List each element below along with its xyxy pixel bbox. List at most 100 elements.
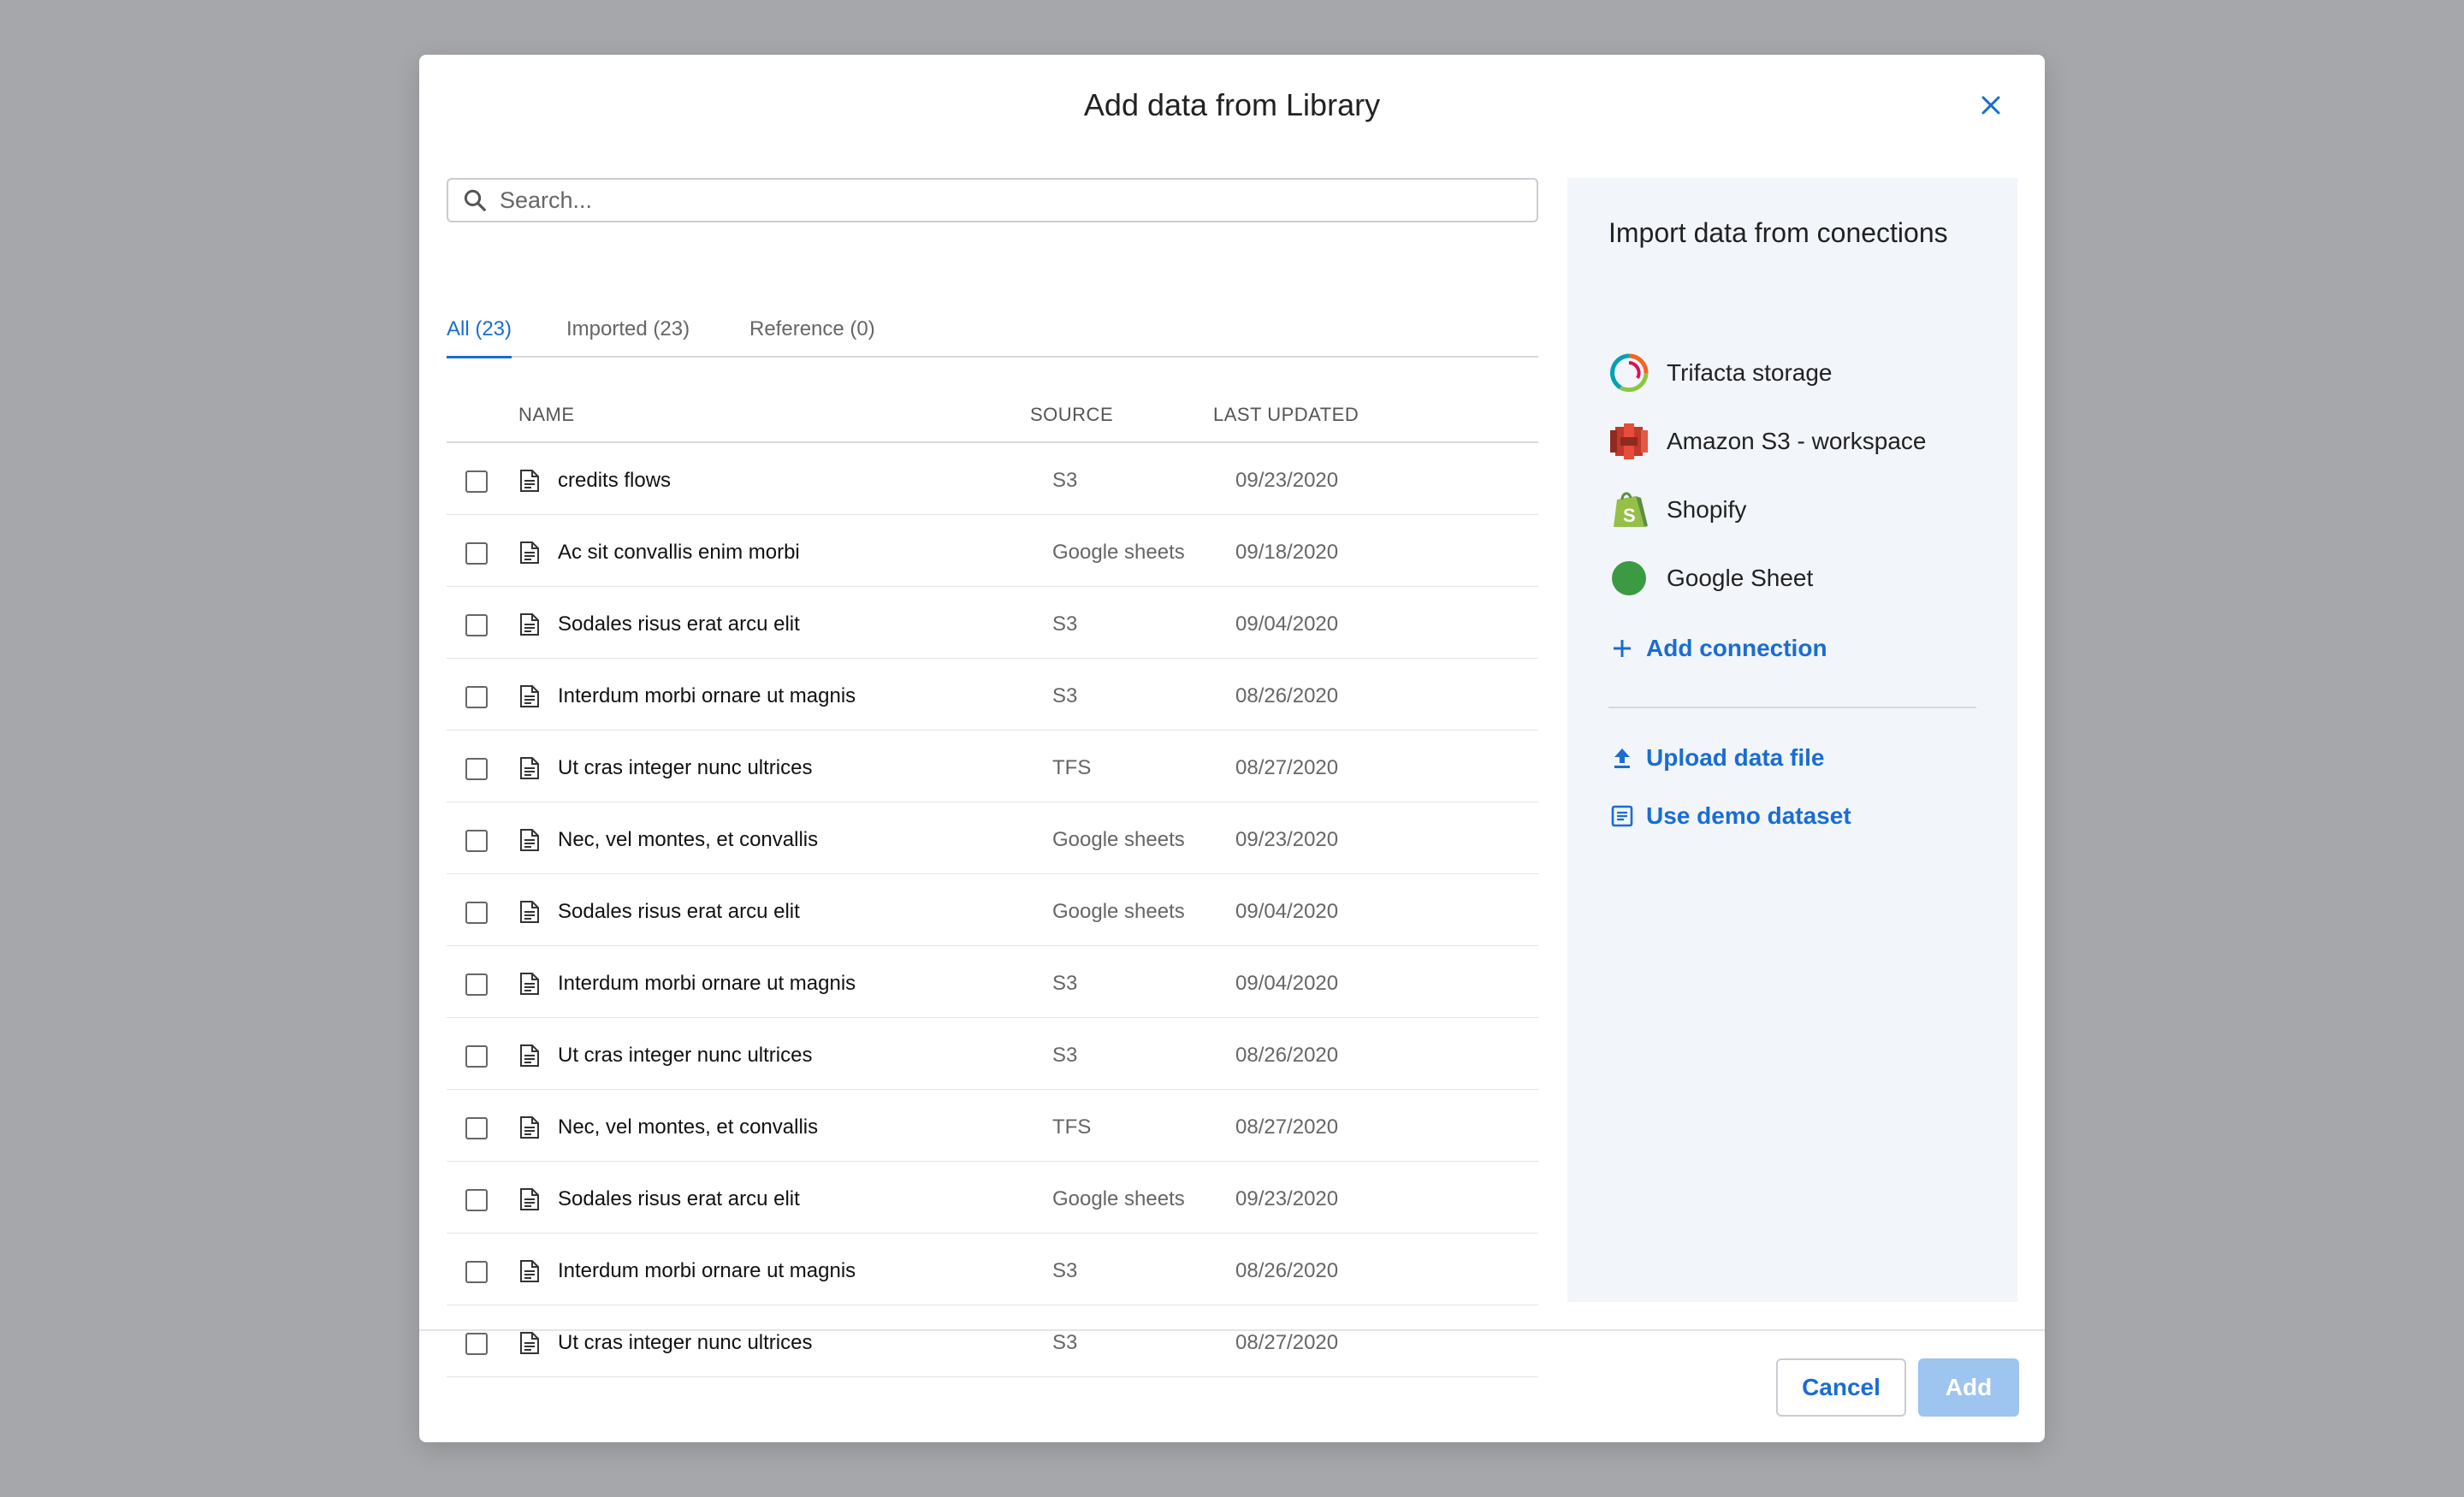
row-name: Nec, vel montes, et convallis bbox=[558, 1115, 819, 1139]
trifacta-logo-icon bbox=[1608, 352, 1650, 393]
table-row[interactable]: Sodales risus erat arcu elit Google sheet… bbox=[447, 1162, 1538, 1234]
table-row[interactable]: Nec, vel montes, et convallis Google shee… bbox=[447, 802, 1538, 874]
table-row[interactable]: credits flows S3 09/23/2020 bbox=[447, 443, 1538, 515]
add-connection-button[interactable]: Add connection bbox=[1608, 631, 1827, 666]
row-checkbox[interactable] bbox=[465, 1117, 488, 1139]
row-last-updated: 09/23/2020 bbox=[1235, 469, 1339, 492]
table-row[interactable]: Ac sit convallis enim morbi Google sheets… bbox=[447, 515, 1538, 587]
row-last-updated: 09/18/2020 bbox=[1235, 541, 1339, 564]
add-connection-label: Add connection bbox=[1646, 635, 1827, 661]
row-source: Google sheets bbox=[1052, 1187, 1185, 1210]
row-checkbox[interactable] bbox=[465, 973, 488, 996]
tab-reference[interactable]: Reference (0) bbox=[749, 317, 875, 356]
document-icon bbox=[520, 1260, 539, 1282]
column-header-name[interactable]: NAME bbox=[518, 404, 575, 426]
upload-data-file-button[interactable]: Upload data file bbox=[1608, 741, 1824, 775]
row-source: S3 bbox=[1052, 612, 1078, 636]
row-checkbox[interactable] bbox=[465, 1333, 488, 1355]
row-checkbox[interactable] bbox=[465, 542, 488, 565]
row-name: Ut cras integer nunc ultrices bbox=[558, 1044, 813, 1067]
row-source: Google sheets bbox=[1052, 541, 1185, 564]
table-row[interactable]: Nec, vel montes, et convallis TFS 08/27/20… bbox=[447, 1090, 1538, 1162]
shopify-logo-icon: S bbox=[1608, 489, 1650, 530]
search-box bbox=[447, 178, 1538, 222]
table-row[interactable]: Ut cras integer nunc ultrices S3 08/26/202… bbox=[447, 1018, 1538, 1090]
table-row[interactable]: Sodales risus erat arcu elit S3 09/04/2020 bbox=[447, 587, 1538, 659]
row-source: TFS bbox=[1052, 1115, 1092, 1139]
tab-imported[interactable]: Imported (23) bbox=[566, 317, 690, 356]
row-last-updated: 08/26/2020 bbox=[1235, 1259, 1339, 1282]
document-icon bbox=[520, 613, 539, 636]
table-row[interactable]: Sodales risus erat arcu elit Google sheet… bbox=[447, 874, 1538, 946]
row-name: Interdum morbi ornare ut magnis bbox=[558, 684, 856, 707]
connection-amazon-s3-workspace[interactable]: Amazon S3 - workspace bbox=[1608, 421, 1926, 462]
row-source: S3 bbox=[1052, 469, 1078, 492]
row-last-updated: 09/04/2020 bbox=[1235, 972, 1339, 995]
plus-icon bbox=[1608, 635, 1636, 662]
close-icon bbox=[1981, 96, 2000, 115]
connections-panel: Import data from conections Trifacta sto… bbox=[1567, 178, 2017, 1302]
column-header-source[interactable]: SOURCE bbox=[1030, 404, 1113, 426]
document-list-icon bbox=[1608, 802, 1636, 830]
table-row[interactable]: Interdum morbi ornare ut magnis S3 09/04/2… bbox=[447, 946, 1538, 1018]
row-last-updated: 08/27/2020 bbox=[1235, 1331, 1339, 1354]
row-name: Interdum morbi ornare ut magnis bbox=[558, 1259, 856, 1282]
document-icon bbox=[520, 470, 539, 492]
row-checkbox[interactable] bbox=[465, 1045, 488, 1068]
row-checkbox[interactable] bbox=[465, 758, 488, 780]
row-source: Google sheets bbox=[1052, 828, 1185, 851]
cancel-button[interactable]: Cancel bbox=[1776, 1358, 1906, 1417]
tab-bar: All (23) Imported (23) Reference (0) bbox=[447, 310, 1538, 358]
add-button[interactable]: Add bbox=[1918, 1358, 2019, 1417]
row-name: Sodales risus erat arcu elit bbox=[558, 900, 800, 923]
close-button[interactable] bbox=[1969, 84, 2012, 127]
table-row[interactable]: Interdum morbi ornare ut magnis S3 08/26/2… bbox=[447, 659, 1538, 731]
connection-google-sheet[interactable]: Google Sheet bbox=[1608, 558, 1813, 599]
connection-trifacta-storage[interactable]: Trifacta storage bbox=[1608, 352, 1832, 393]
row-source: S3 bbox=[1052, 972, 1078, 995]
use-demo-dataset-button[interactable]: Use demo dataset bbox=[1608, 799, 1851, 833]
row-last-updated: 08/27/2020 bbox=[1235, 1115, 1339, 1139]
table-header: NAME SOURCE LAST UPDATED bbox=[447, 385, 1538, 443]
connection-label: Shopify bbox=[1667, 496, 1747, 523]
connections-title: Import data from conections bbox=[1608, 217, 1948, 248]
add-data-dialog: Add data from Library All (23) Imported … bbox=[419, 55, 2045, 1442]
document-icon bbox=[520, 685, 539, 707]
document-icon bbox=[520, 1188, 539, 1210]
row-name: Ut cras integer nunc ultrices bbox=[558, 1331, 813, 1354]
document-icon bbox=[520, 541, 539, 564]
footer-divider bbox=[419, 1329, 2045, 1331]
document-icon bbox=[520, 757, 539, 779]
row-source: TFS bbox=[1052, 756, 1092, 779]
table-row[interactable]: Ut cras integer nunc ultrices S3 08/27/202… bbox=[447, 1305, 1538, 1377]
row-checkbox[interactable] bbox=[465, 902, 488, 924]
connection-shopify[interactable]: S Shopify bbox=[1608, 489, 1746, 530]
dialog-title: Add data from Library bbox=[1083, 87, 1381, 122]
row-name: Sodales risus erat arcu elit bbox=[558, 612, 800, 636]
row-checkbox[interactable] bbox=[465, 470, 488, 493]
table-row[interactable]: Ut cras integer nunc ultrices TFS 08/27/20… bbox=[447, 731, 1538, 802]
row-checkbox[interactable] bbox=[465, 830, 488, 852]
row-name: Nec, vel montes, et convallis bbox=[558, 828, 819, 851]
row-name: credits flows bbox=[558, 469, 672, 492]
row-source: S3 bbox=[1052, 684, 1078, 707]
row-name: Sodales risus erat arcu elit bbox=[558, 1187, 800, 1210]
row-checkbox[interactable] bbox=[465, 686, 488, 708]
table-row[interactable]: Interdum morbi ornare ut magnis S3 08/26/2… bbox=[447, 1234, 1538, 1305]
tab-all[interactable]: All (23) bbox=[447, 317, 512, 358]
upload-data-file-label: Upload data file bbox=[1646, 744, 1825, 771]
document-icon bbox=[520, 901, 539, 923]
document-icon bbox=[520, 829, 539, 851]
row-checkbox[interactable] bbox=[465, 614, 488, 636]
row-name: Ac sit convallis enim morbi bbox=[558, 541, 800, 564]
row-last-updated: 09/23/2020 bbox=[1235, 828, 1339, 851]
document-icon bbox=[520, 973, 539, 995]
search-input[interactable] bbox=[498, 186, 1511, 215]
row-checkbox[interactable] bbox=[465, 1261, 488, 1283]
row-checkbox[interactable] bbox=[465, 1189, 488, 1211]
row-name: Interdum morbi ornare ut magnis bbox=[558, 972, 856, 995]
column-header-last-updated[interactable]: LAST UPDATED bbox=[1213, 404, 1359, 426]
upload-icon bbox=[1608, 744, 1636, 772]
connection-label: Trifacta storage bbox=[1667, 359, 1833, 386]
search-icon bbox=[464, 189, 486, 211]
